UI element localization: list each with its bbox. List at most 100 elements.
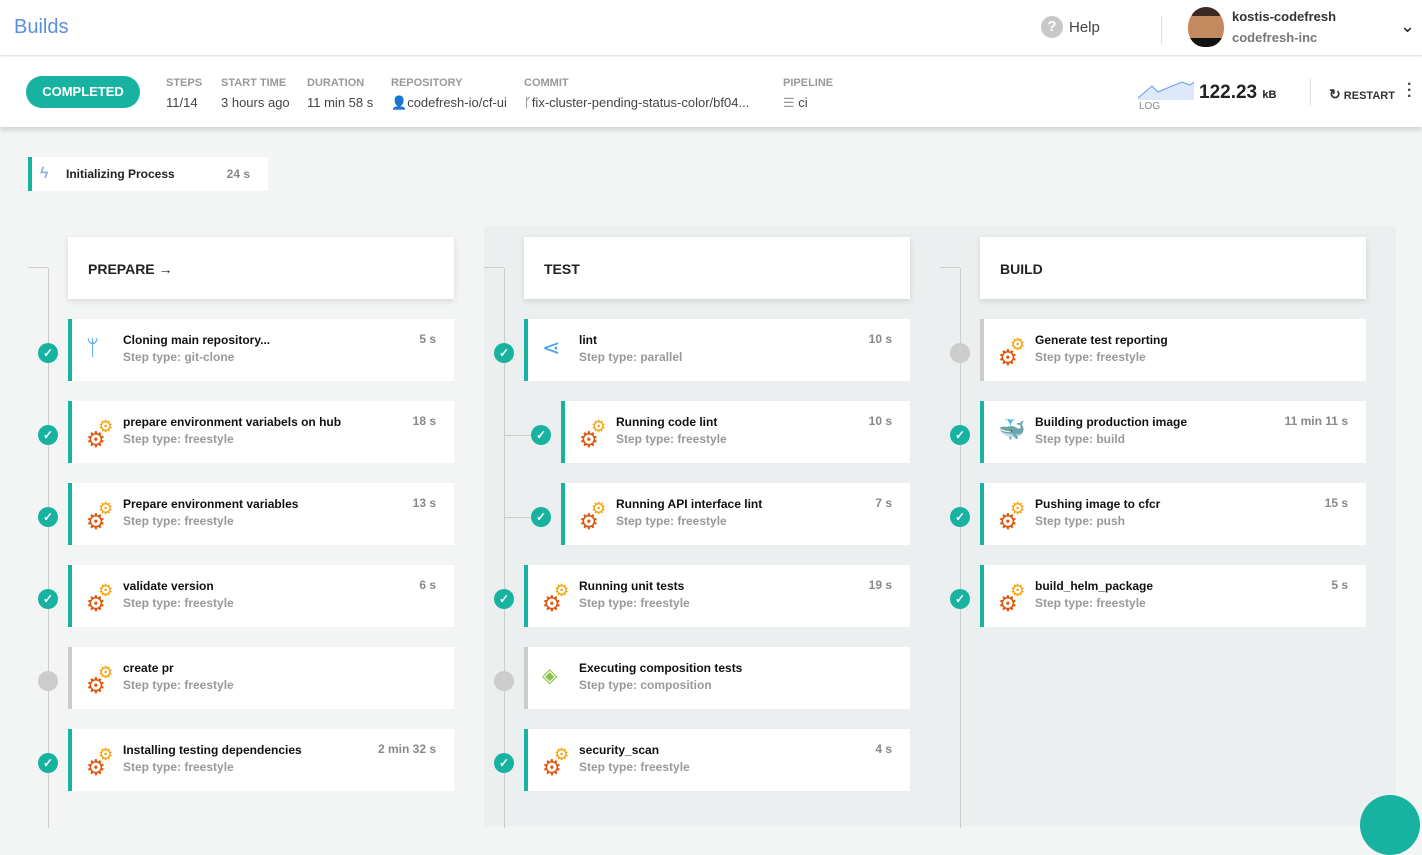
step-name: build_helm_package: [1035, 579, 1153, 593]
more-options-icon[interactable]: ···: [1407, 82, 1412, 100]
chat-button[interactable]: [1360, 795, 1420, 855]
step-card[interactable]: ⚙⚙security_scanStep type: freestyle4 s: [524, 729, 910, 791]
avatar[interactable]: [1188, 7, 1224, 47]
user-icon: 👤: [391, 95, 407, 110]
initializing-process-step[interactable]: ϟ Initializing Process 24 s: [28, 157, 268, 191]
help-button[interactable]: ?Help: [1041, 16, 1100, 38]
step-duration: 5 s: [1331, 578, 1348, 592]
step-card[interactable]: ◈Executing composition testsStep type: c…: [524, 647, 910, 709]
step-name: create pr: [123, 661, 174, 675]
step-type: Step type: freestyle: [579, 760, 690, 774]
status-badge: COMPLETED: [26, 76, 140, 108]
step-name: Prepare environment variables: [123, 497, 298, 511]
meta-label: DURATION: [307, 77, 373, 89]
step-duration: 10 s: [869, 414, 892, 428]
step-name: validate version: [123, 579, 214, 593]
log-sparkline[interactable]: [1138, 80, 1194, 100]
step-duration: 10 s: [869, 332, 892, 346]
gears-icon: ⚙⚙: [86, 745, 118, 777]
step-card[interactable]: ⚙⚙Pushing image to cfcrStep type: push15…: [980, 483, 1366, 545]
meta-value: 3 hours ago: [221, 95, 290, 110]
step-name: prepare environment variabels on hub: [123, 415, 341, 429]
meta-label: REPOSITORY: [391, 77, 507, 89]
step-type: Step type: push: [1035, 514, 1125, 528]
commit-link[interactable]: fix-cluster-pending-status-color/bf04...: [532, 95, 749, 110]
step-card[interactable]: 🐳Building production imageStep type: bui…: [980, 401, 1366, 463]
step-card[interactable]: ⚙⚙create prStep type: freestyle: [68, 647, 454, 709]
meta-label: COMMIT: [524, 77, 749, 89]
gears-icon: ⚙⚙: [998, 335, 1030, 367]
check-icon: ✓: [531, 507, 551, 527]
timeline-connector: [484, 267, 504, 268]
chevron-down-icon[interactable]: ⌄: [1400, 16, 1415, 37]
step-card[interactable]: ⚙⚙ Installing testing dependencies Step ty…: [68, 729, 454, 791]
pipeline-icon: ☰: [783, 95, 798, 110]
step-type: Step type: freestyle: [123, 596, 234, 610]
step-card[interactable]: ⚙⚙Running code lintStep type: freestyle1…: [561, 401, 910, 463]
step-name: Running unit tests: [579, 579, 684, 593]
step-card[interactable]: ⚙⚙Prepare environment variablesStep type…: [68, 483, 454, 545]
step-type: Step type: freestyle: [123, 432, 234, 446]
step-type: Step type: build: [1035, 432, 1125, 446]
step-duration: 5 s: [419, 332, 436, 346]
step-card[interactable]: ⚙⚙Running unit testsStep type: freestyle…: [524, 565, 910, 627]
check-icon: ✓: [38, 507, 58, 527]
pipeline-link[interactable]: ci: [798, 95, 807, 110]
gears-icon: ⚙⚙: [998, 499, 1030, 531]
step-name: Running code lint: [616, 415, 717, 429]
step-name: Generate test reporting: [1035, 333, 1168, 347]
divider: [1161, 16, 1162, 44]
gears-icon: ⚙⚙: [86, 417, 118, 449]
stage-header-prepare: PREPARE →: [68, 237, 454, 299]
check-icon: ✓: [531, 425, 551, 445]
step-card[interactable]: ᛘCloning main repository...Step type: gi…: [68, 319, 454, 381]
step-duration: 11 min 11 s: [1285, 414, 1348, 428]
step-type: Step type: freestyle: [616, 514, 727, 528]
step-duration: 6 s: [419, 578, 436, 592]
check-icon: ✓: [950, 425, 970, 445]
check-icon: ✓: [38, 589, 58, 609]
gears-icon: ⚙⚙: [998, 581, 1030, 613]
meta-label: START TIME: [221, 77, 290, 89]
step-type: Step type: parallel: [579, 350, 682, 364]
meta-label: PIPELINE: [783, 77, 833, 89]
restart-button[interactable]: ↻ RESTART: [1329, 86, 1395, 103]
build-info-bar: COMPLETED STEPS 11/14 START TIME 3 hours a…: [0, 57, 1422, 127]
step-type: Step type: freestyle: [123, 678, 234, 692]
help-label: Help: [1069, 19, 1100, 36]
meta-pipeline: PIPELINE ☰ ci: [783, 77, 833, 111]
step-duration: 7 s: [875, 496, 892, 510]
step-card[interactable]: ⋖lintStep type: parallel10 s: [524, 319, 910, 381]
step-card[interactable]: ⚙⚙ prepare environment variabels on hub St…: [68, 401, 454, 463]
repository-link[interactable]: codefresh-io/cf-ui: [407, 95, 507, 110]
step-type: Step type: freestyle: [123, 760, 234, 774]
log-size: 122.23 kB: [1199, 82, 1276, 104]
check-icon: ✓: [950, 507, 970, 527]
check-icon: ✓: [38, 753, 58, 773]
step-type: Step type: freestyle: [1035, 596, 1146, 610]
step-card[interactable]: ⚙⚙ validate version Step type: freestyle 6 …: [68, 565, 454, 627]
step-card[interactable]: ⚙⚙ Generate test reporting Step type: free…: [980, 319, 1366, 381]
divider: [1310, 79, 1311, 105]
gears-icon: ⚙⚙: [86, 499, 118, 531]
step-card[interactable]: ⚙⚙Running API interface lintStep type: f…: [561, 483, 910, 545]
step-card[interactable]: ⚙⚙ build_helm_package Step type: freestyle…: [980, 565, 1366, 627]
top-bar: Builds ?Help kostis-codefresh codefresh-…: [0, 0, 1422, 56]
step-name: Pushing image to cfcr: [1035, 497, 1160, 511]
page-title: Builds: [14, 16, 68, 39]
step-type: Step type: freestyle: [1035, 350, 1146, 364]
meta-label: STEPS: [166, 77, 202, 89]
check-icon: ✓: [494, 343, 514, 363]
step-name: Installing testing dependencies: [123, 743, 302, 757]
log-label[interactable]: LOG: [1139, 101, 1160, 112]
step-name: Executing composition tests: [579, 661, 742, 675]
check-icon: ✓: [38, 343, 58, 363]
log-size-unit: kB: [1262, 89, 1276, 101]
step-duration: 18 s: [413, 414, 436, 428]
gears-icon: ⚙⚙: [86, 581, 118, 613]
gears-icon: ⚙⚙: [579, 499, 611, 531]
timeline-connector: [28, 267, 48, 268]
step-type: Step type: freestyle: [579, 596, 690, 610]
log-size-value: 122.23: [1199, 82, 1257, 103]
meta-value: 11/14: [166, 95, 202, 110]
